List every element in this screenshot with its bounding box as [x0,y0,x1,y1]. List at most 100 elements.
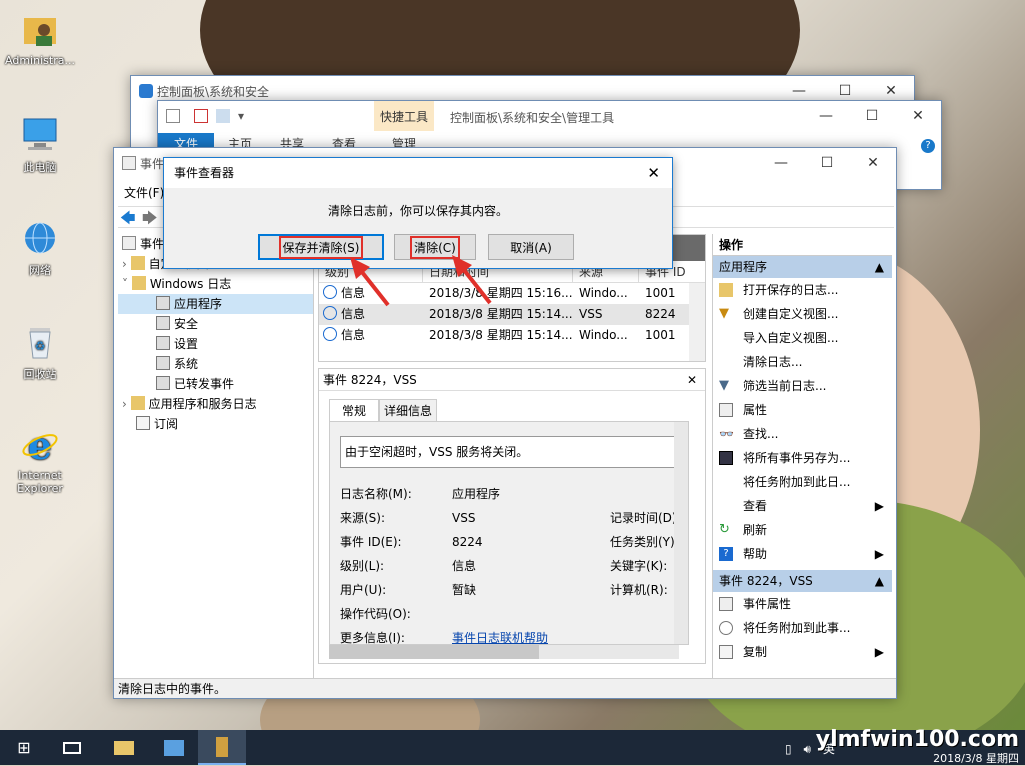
detail-content: 由于空闲超时，VSS 服务将关闭。 日志名称(M): 来源(S): 事件 ID(E)… [329,421,689,645]
desktop-icon-label: 回收站 [23,368,57,381]
maximize-button[interactable]: ☐ [804,148,850,178]
tree-log-setup[interactable]: 设置 [118,334,313,354]
window-title: 事件 [140,156,165,171]
volume-icon[interactable]: 🔊︎ [803,742,811,756]
taskbar-control-panel[interactable] [150,730,198,765]
desktop-icon-recycle-bin[interactable]: ♻ 回收站 [2,322,78,382]
log-icon [156,356,170,370]
tree-windows-logs[interactable]: ˅ Windows 日志 [118,274,313,294]
action-filter-log[interactable]: ▼ 筛选当前日志... [713,374,892,398]
chevron-down-icon[interactable]: ▾ [238,109,244,123]
actions-section-application[interactable]: 应用程序 ▲ [713,256,892,278]
usb-icon[interactable]: ▯ [785,742,792,756]
actions-list: 打开保存的日志... ▼ 创建自定义视图... 导入自定义视图... 清除日志..… [713,278,892,566]
tab-details[interactable]: 详细信息 [379,399,437,421]
dialog-message: 清除日志前，你可以保存其内容。 [327,204,508,218]
action-help[interactable]: ? 帮助 ▶ [713,542,892,566]
minimize-button[interactable]: — [758,148,804,178]
taskbar-file-explorer[interactable] [100,730,148,765]
taskbar-event-viewer[interactable] [198,730,246,765]
desktop-icon-this-pc[interactable]: 此电脑 [2,115,78,175]
log-icon [156,296,170,310]
event-viewer-icon [122,236,136,250]
action-view[interactable]: 查看 ▶ [713,494,892,518]
actions-list-event: 事件属性 将任务附加到此事... 复制 ▶ [713,592,892,664]
action-clear-log[interactable]: 清除日志... [713,350,892,374]
desktop-icon-label: Internet Explorer [17,469,63,495]
tree-subscriptions[interactable]: 订阅 [118,414,313,434]
window-title: 控制面板\系统和安全 [157,84,270,99]
tree-log-forwarded[interactable]: 已转发事件 [118,374,313,394]
log-icon [156,376,170,390]
close-button[interactable]: ✕ [895,101,941,131]
tab-general[interactable]: 常规 [329,399,379,421]
action-attach-task-log[interactable]: 将任务附加到此日... [713,470,892,494]
vertical-scrollbar[interactable] [674,422,688,644]
dialog-titlebar[interactable]: 事件查看器 ✕ [164,158,672,188]
filter-icon: ▼ [719,306,729,321]
back-arrow-icon[interactable]: 🡄 [120,208,136,233]
task-view-button[interactable] [48,730,96,765]
chevron-right-icon: ▶ [874,499,884,513]
taskbar: ⊞ ▯ 🔊︎ 英 ylmfwin100.com 2018/3/8 星期四 [0,726,1025,765]
event-detail-pane: 事件 8224，VSS ✕ 常规 详细信息 由于空闲超时，VSS 服务将关闭。 日… [318,368,706,664]
settings-icon [166,109,180,123]
tree-log-security[interactable]: 安全 [118,314,313,334]
maximize-button[interactable]: ☐ [849,101,895,131]
tree-log-system[interactable]: 系统 [118,354,313,374]
forward-arrow-icon[interactable]: 🡆 [142,208,158,233]
detail-labels: 日志名称(M): 来源(S): 事件 ID(E): 级别(L): 用户(U): 操作代码(… [340,487,412,645]
action-properties[interactable]: 属性 [713,398,892,422]
event-viewer-icon [122,156,136,170]
tree-app-service-logs[interactable]: › 应用程序和服务日志 [118,394,313,414]
action-attach-task-event[interactable]: 将任务附加到此事... [713,616,892,640]
tree-log-application[interactable]: 应用程序 [118,294,313,314]
close-button[interactable]: ✕ [850,148,896,178]
log-icon [156,316,170,330]
vertical-scrollbar[interactable] [689,283,705,361]
shield-icon [139,84,153,98]
start-button[interactable]: ⊞ [0,730,48,765]
status-bar: 清除日志中的事件。 [114,678,896,698]
log-icon [156,336,170,350]
info-icon [323,327,337,341]
minimize-button[interactable]: — [803,101,849,131]
desktop-icon-network[interactable]: 网络 [2,218,78,278]
task-icon [719,621,733,635]
save-icon [719,451,733,465]
action-copy[interactable]: 复制 ▶ [713,640,892,664]
action-import-custom-view[interactable]: 导入自定义视图... [713,326,892,350]
clear-log-dialog[interactable]: 事件查看器 ✕ 清除日志前，你可以保存其内容。 保存并清除(S) 清除(C) 取消… [163,157,673,269]
watermark-text: ylmfwin100.com [815,726,1019,752]
action-create-custom-view[interactable]: ▼ 创建自定义视图... [713,302,892,326]
actions-section-event[interactable]: 事件 8224，VSS ▲ [713,570,892,592]
refresh-icon: ↻ [719,522,730,537]
horizontal-scrollbar[interactable] [329,645,679,659]
actions-pane: 操作 应用程序 ▲ 打开保存的日志... ▼ 创建自定义视图... 导入自定义视图.… [712,234,892,679]
new-folder-icon [216,109,230,123]
table-row[interactable]: 信息 2018/3/8 星期四 15:14... Windo... 1001 [319,325,705,346]
close-icon[interactable]: ✕ [647,158,660,188]
action-save-all-events[interactable]: 将所有事件另存为... [713,446,892,470]
close-icon[interactable]: ✕ [687,369,697,391]
clock[interactable]: ylmfwin100.com 2018/3/8 星期四 [815,726,1019,765]
computer-icon [20,115,60,155]
desktop-icon-internet-explorer[interactable]: e Internet Explorer [2,423,78,495]
help-icon[interactable]: ? [921,139,935,153]
action-find[interactable]: 👓 查找... [713,422,892,446]
svg-text:♻: ♻ [35,339,46,353]
desktop-icon-administrator[interactable]: Administra... [2,10,78,67]
navigation-tree: 事件 › 自定义视图 ˅ Windows 日志 应用程序 安全 设置 系统 已转… [118,234,314,679]
action-event-properties[interactable]: 事件属性 [713,592,892,616]
menu-file[interactable]: 文件(F) [124,186,164,200]
action-refresh[interactable]: ↻ 刷新 [713,518,892,542]
folder-icon [130,256,145,270]
properties-icon [194,109,208,123]
event-message: 由于空闲超时，VSS 服务将关闭。 [340,436,676,468]
action-open-saved-log[interactable]: 打开保存的日志... [713,278,892,302]
tab-context-tools[interactable]: 快捷工具 [374,101,434,131]
detail-tabs: 常规 详细信息 [329,399,437,421]
subscription-icon [136,416,150,430]
actions-header: 操作 [713,234,892,256]
desktop-icon-label: 此电脑 [23,161,57,174]
